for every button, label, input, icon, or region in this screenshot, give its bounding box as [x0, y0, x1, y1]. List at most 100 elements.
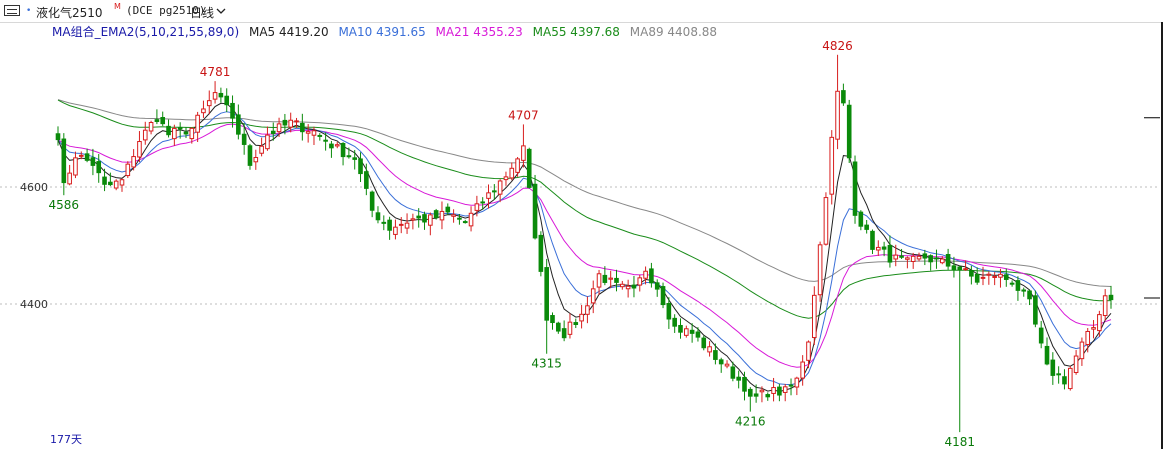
candle-body — [381, 221, 387, 224]
candle-body — [596, 273, 602, 288]
candle-body — [905, 257, 910, 260]
candle — [206, 90, 212, 115]
candle-body — [1085, 330, 1091, 345]
candle-body — [742, 376, 747, 392]
candle — [608, 270, 613, 289]
candle-body — [538, 234, 544, 272]
candle-body — [189, 127, 195, 140]
candle — [585, 296, 590, 324]
candle — [154, 109, 160, 125]
candle-body — [78, 154, 84, 157]
candle — [352, 149, 358, 170]
candle-body — [817, 244, 823, 296]
candle-body — [579, 313, 584, 322]
candle-body — [1003, 274, 1009, 280]
candle — [870, 229, 875, 255]
candle-body — [317, 134, 323, 137]
candle — [1015, 276, 1021, 301]
candle — [1097, 310, 1102, 337]
candle-body — [718, 359, 724, 365]
candle-body — [748, 388, 753, 397]
candle-body — [788, 384, 794, 387]
candle-body — [236, 114, 241, 135]
candle-body — [67, 172, 72, 185]
candle-body — [660, 286, 666, 306]
candle — [846, 99, 852, 163]
candle — [794, 376, 800, 396]
candle — [160, 111, 166, 126]
candle-body — [730, 366, 736, 379]
candle-body — [422, 214, 427, 223]
candle — [1050, 352, 1056, 385]
candle — [829, 130, 835, 205]
candle — [468, 206, 474, 232]
candle — [375, 206, 381, 224]
candle — [736, 370, 741, 389]
candle — [986, 271, 992, 285]
candle — [928, 254, 933, 271]
candle-body — [387, 219, 392, 231]
candle — [893, 244, 899, 267]
candle — [1021, 287, 1027, 297]
candle — [113, 179, 119, 191]
candle-body — [445, 206, 451, 213]
symbol-name[interactable]: 液化气2510 — [36, 4, 103, 21]
candle-body — [800, 361, 805, 379]
extreme-label: 4181 — [944, 435, 975, 449]
candle — [526, 147, 532, 189]
candle — [96, 154, 102, 183]
candle-body — [881, 246, 887, 250]
candle — [817, 241, 823, 302]
candle-body — [340, 142, 346, 158]
candle-body — [1038, 327, 1044, 344]
candle — [1067, 366, 1073, 391]
candle-body — [759, 389, 765, 393]
status-dot: • — [26, 6, 32, 16]
candle-body — [678, 324, 683, 333]
candle-body — [102, 176, 107, 185]
period-selector[interactable]: 日线 — [190, 4, 214, 21]
candle — [887, 235, 893, 268]
candle-body — [183, 131, 189, 135]
candle — [788, 378, 794, 396]
candle — [334, 141, 340, 149]
candle-body — [300, 122, 305, 133]
candle — [614, 269, 619, 292]
candle — [532, 174, 538, 240]
candle-body — [590, 288, 596, 304]
candle — [684, 325, 689, 338]
candle-body — [945, 254, 951, 267]
candle-body — [1009, 282, 1015, 285]
candle-body — [364, 171, 369, 189]
candle-body — [829, 136, 835, 195]
candle — [364, 163, 369, 196]
ma55-line — [57, 99, 1112, 319]
candle — [590, 280, 596, 314]
candle-body — [771, 387, 776, 394]
candle — [835, 54, 840, 150]
candle-body — [474, 203, 480, 211]
candle-body — [899, 255, 904, 258]
candle-body — [957, 266, 963, 271]
candle-body — [602, 274, 608, 283]
candle — [1091, 320, 1096, 339]
candlestick-chart[interactable]: 4586 4781 4707 4315 4216 4826 4181 4600 4400 — [0, 22, 1163, 449]
candle — [294, 117, 299, 128]
candle — [381, 215, 387, 231]
candle-body — [969, 270, 974, 277]
candle-body — [294, 120, 299, 123]
candle-body — [695, 331, 701, 338]
candle-body — [1056, 373, 1061, 376]
candle-body — [777, 386, 782, 396]
candle — [142, 121, 148, 145]
candle — [195, 111, 200, 143]
candle-body — [241, 133, 247, 145]
candle — [916, 252, 922, 262]
candle-body — [439, 210, 445, 221]
candle — [84, 148, 90, 163]
candle-body — [672, 317, 677, 327]
candle — [1062, 369, 1067, 390]
menu-icon[interactable] — [4, 5, 20, 16]
candle-body — [1021, 289, 1027, 292]
chevron-down-icon[interactable] — [216, 8, 226, 15]
